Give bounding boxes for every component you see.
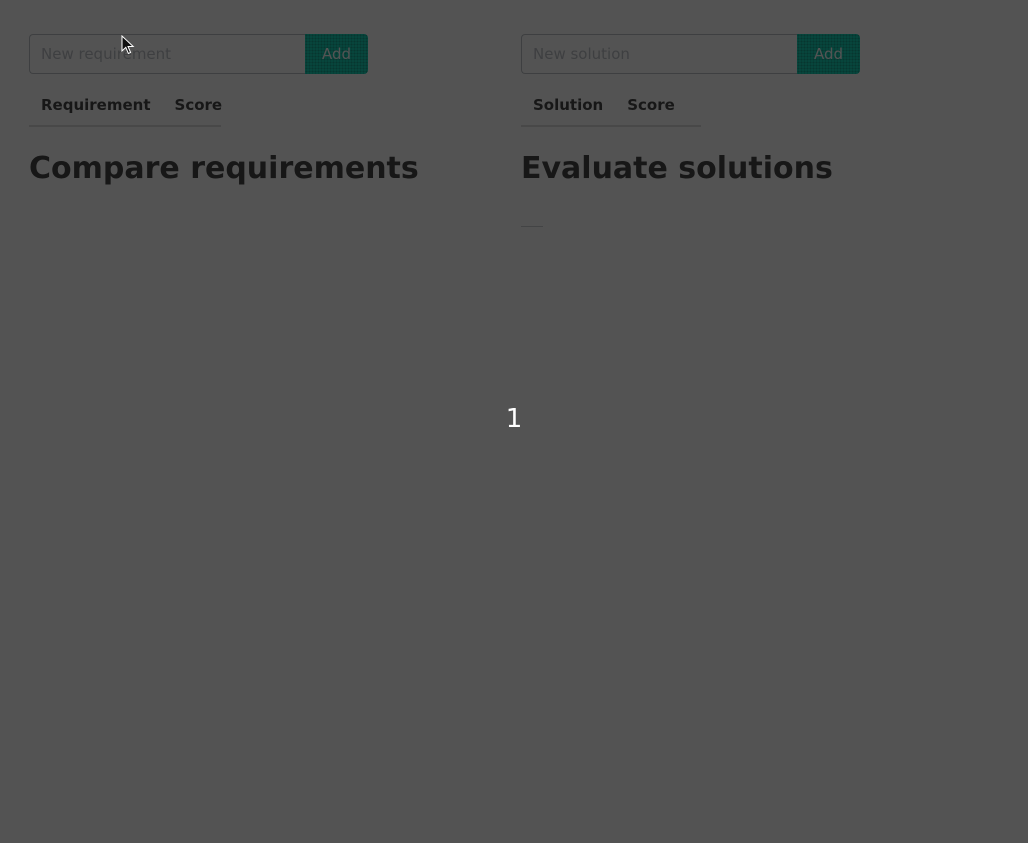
add-solution-button[interactable]: Add bbox=[797, 34, 860, 74]
requirement-input[interactable] bbox=[29, 34, 305, 74]
solutions-divider bbox=[521, 226, 543, 227]
solution-input-row: Add bbox=[521, 34, 921, 74]
requirements-panel: Add Requirement Score Compare requiremen… bbox=[29, 34, 429, 186]
solutions-title: Evaluate solutions bbox=[521, 151, 833, 186]
solution-column-header: Solution bbox=[533, 96, 604, 114]
overlay-counter: 1 bbox=[505, 404, 523, 434]
requirements-table-header: Requirement Score bbox=[29, 89, 222, 127]
solution-score-column-header: Score bbox=[627, 96, 675, 114]
requirement-score-column-header: Score bbox=[174, 96, 223, 114]
mouse-pointer-icon bbox=[121, 35, 135, 55]
requirement-input-row: Add bbox=[29, 34, 429, 74]
requirement-column-header: Requirement bbox=[41, 96, 151, 114]
solutions-table-header: Solution Score bbox=[521, 89, 701, 127]
solution-input[interactable] bbox=[521, 34, 797, 74]
solutions-panel: Add Solution Score Evaluate solutions bbox=[521, 34, 921, 227]
app-window: Add Requirement Score Compare requiremen… bbox=[0, 0, 1028, 843]
add-requirement-button[interactable]: Add bbox=[305, 34, 368, 74]
requirements-title: Compare requirements bbox=[29, 151, 419, 186]
